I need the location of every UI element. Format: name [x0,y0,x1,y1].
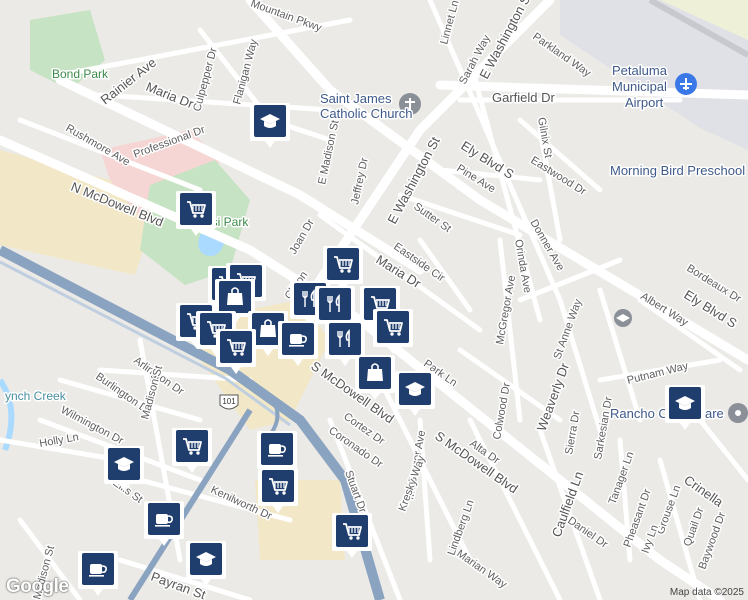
preschool-pin-icon[interactable] [728,403,748,423]
church-label: Catholic Church [320,106,413,121]
airport-label: Petaluma [612,63,668,78]
google-logo[interactable]: Google [6,576,69,598]
hwy-101-shield: 101 [219,394,239,410]
creek-label: ynch Creek [5,389,67,403]
map-attribution[interactable]: Map data ©2025 [670,587,744,598]
airport-label: Airport [625,95,664,110]
street-label: Garfield Dr [492,90,556,105]
rancho-label-tail: are [705,406,724,421]
school-poi-icon[interactable] [614,309,632,327]
hwy-101-label: 101 [222,397,236,406]
map-canvas[interactable]: 101 Mountain Pkwy Rainier Ave Maria Dr C… [0,0,748,600]
bond-park-label: Bond Park [52,67,109,81]
church-label: Saint James [320,91,392,106]
preschool-label: Morning Bird Preschool [610,163,745,178]
airport-label: Municipal [612,79,667,94]
